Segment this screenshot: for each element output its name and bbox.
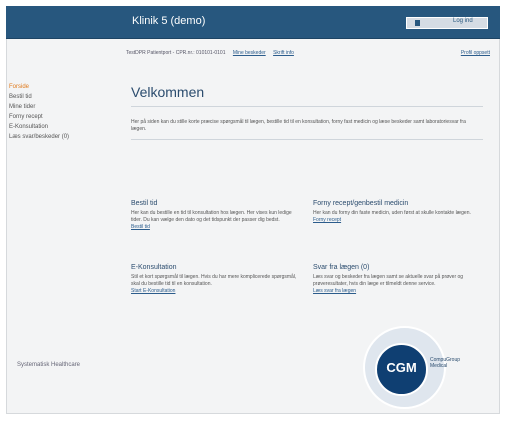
card-body: Her kan du forny din faste medicin, uden…: [313, 210, 471, 216]
card-body: Her kan du bestille en tid til konsultat…: [131, 210, 292, 223]
card-svar-fra-laegen: Svar fra lægen (0) Læs svar og beskeder …: [313, 264, 483, 295]
card-title: Bestil tid: [131, 200, 158, 207]
brand-name: CompuGroup Medical: [430, 357, 460, 369]
login-button[interactable]: Log ind: [406, 17, 488, 29]
sidebar-item-forside[interactable]: Forside: [6, 82, 116, 92]
intro-text: Her på siden kan du stille korte præcise…: [131, 119, 466, 132]
login-label: Log ind: [453, 18, 473, 24]
card-title: Forny recept/genbestil medicin: [313, 200, 409, 207]
footer-text: Systematisk Healthcare: [17, 362, 81, 368]
lock-icon: [415, 20, 420, 26]
patient-info-text: TestDPR Patientport - CPR.nr.: 010101-01…: [126, 50, 226, 56]
card-body: Læs svar og beskeder fra lægen samt se a…: [313, 274, 464, 287]
change-info-link[interactable]: Skrift info: [273, 50, 294, 56]
laes-svar-link[interactable]: Læs svar fra lægen: [313, 288, 483, 295]
header-bar: Klinik 5 (demo) Log ind: [6, 6, 500, 39]
main-content: Velkommen Her på siden kan du stille kor…: [126, 70, 483, 140]
page-title: Velkommen: [131, 84, 205, 100]
cgm-logo-text: CGM: [386, 360, 417, 375]
sidebar-item-laes-svar[interactable]: Læs svar/beskeder (0): [6, 132, 116, 142]
messages-link[interactable]: Mine beskeder: [233, 50, 266, 56]
brand-line-2: Medical: [430, 363, 448, 369]
app-title: Klinik 5 (demo): [132, 15, 206, 27]
bestil-tid-link[interactable]: Bestil tid: [131, 224, 301, 231]
divider: [131, 106, 483, 107]
sidebar-item-bestil-tid[interactable]: Bestil tid: [6, 92, 116, 102]
divider: [131, 139, 483, 140]
sidebar-item-mine-tider[interactable]: Mine tider: [6, 102, 116, 112]
card-title: E-Konsultation: [131, 264, 177, 271]
forny-recept-link[interactable]: Forny recept: [313, 217, 483, 224]
sidebar-item-e-konsultation[interactable]: E-Konsultation: [6, 122, 116, 132]
card-body: Stil et kort spørgsmål til lægen. Hvis d…: [131, 274, 297, 287]
sidebar-item-forny-recept[interactable]: Forny recept: [6, 112, 116, 122]
card-forny-recept: Forny recept/genbestil medicin Her kan d…: [313, 200, 483, 224]
start-e-konsultation-link[interactable]: Start E-Konsultation: [131, 288, 301, 295]
sidebar: Forside Bestil tid Mine tider Forny rece…: [6, 82, 116, 142]
profile-setup-link[interactable]: Profil oppsett: [461, 50, 490, 56]
card-title: Svar fra lægen (0): [313, 264, 370, 271]
card-bestil-tid: Bestil tid Her kan du bestille en tid ti…: [131, 200, 301, 231]
card-e-konsultation: E-Konsultation Stil et kort spørgsmål ti…: [131, 264, 301, 295]
patient-info-bar: TestDPR Patientport - CPR.nr.: 010101-01…: [126, 50, 294, 56]
